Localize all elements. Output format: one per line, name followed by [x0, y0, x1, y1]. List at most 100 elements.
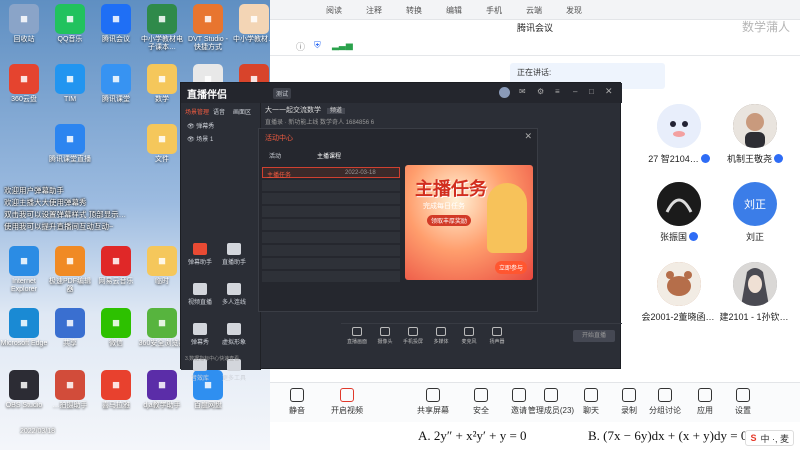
desktop-icon-tencent-class[interactable]: ■ 腾讯课堂 [92, 64, 140, 104]
live-control-button[interactable]: 摄像头 [373, 327, 397, 345]
activity-row[interactable] [262, 193, 400, 204]
participant-tile[interactable]: 27 智2104… [648, 104, 710, 165]
activity-dialog: 活动中心 ✕ 活动 主播课程 主播任务 2022-03-18 主播任务 完成每日任… [258, 128, 538, 312]
tool-icon [227, 323, 241, 335]
menu-item[interactable]: 转换 [406, 5, 422, 16]
task-banner[interactable]: 主播任务 完成每日任务 领取丰厚奖励 立即参与 [405, 165, 533, 280]
participant-tile[interactable]: 建2101 - 1孙钦… [719, 262, 789, 323]
dialog-title: 活动中心 [265, 135, 293, 142]
menu-item[interactable]: 注释 [366, 5, 382, 16]
side-tool-button[interactable]: 弹幕助手 [187, 243, 213, 266]
desktop-icon-pdf-editor[interactable]: ■ 极速PDF编辑器 [46, 246, 94, 294]
live-control-button[interactable]: 手机投屏 [401, 327, 425, 345]
settings-icon[interactable]: ⚙ [537, 87, 544, 96]
toolbar-button[interactable]: 静音 [272, 388, 322, 416]
maximize-icon[interactable]: □ [589, 87, 594, 96]
desktop-icon-tencent-meeting[interactable]: ■ 腾讯会议 [92, 4, 140, 44]
activity-row[interactable] [262, 232, 400, 243]
desktop-icon-edge[interactable]: ■ Microsoft Edge [0, 308, 48, 348]
tab-activity[interactable]: 活动 [269, 151, 281, 160]
desktop-icon-folder[interactable]: ■ 数学 [138, 64, 186, 104]
menu-icon[interactable]: ≡ [555, 87, 560, 96]
desktop-icon-camera-helper[interactable]: ■ …拍摄助手 [46, 370, 94, 410]
close-icon[interactable]: ✕ [524, 131, 532, 142]
side-tool-button[interactable]: 音效库 [187, 359, 213, 382]
activity-row[interactable] [262, 271, 400, 282]
close-icon[interactable]: ✕ [605, 86, 613, 97]
activity-row[interactable] [262, 219, 400, 230]
side-tool-button[interactable]: 更多工具 [221, 359, 247, 382]
desktop-icon-tim[interactable]: ■ TIM [46, 64, 94, 104]
tab-anchor-course[interactable]: 主播课程 [317, 151, 341, 160]
start-live-button[interactable]: 开始直播 [573, 330, 615, 342]
desktop-icon-qq-music[interactable]: ■ QQ音乐 [46, 4, 94, 44]
ximalaya-icon: ■ [101, 370, 131, 400]
activity-row[interactable] [262, 245, 400, 256]
menu-item[interactable]: 手机 [486, 5, 502, 16]
menu-item[interactable]: 发现 [566, 5, 582, 16]
toolbar-button[interactable]: 开启视频 [322, 388, 372, 416]
desktop-icon-label: 临时 [155, 278, 169, 285]
tab-canvas[interactable]: 画面区 [233, 107, 251, 116]
toolbar-button[interactable]: 共享屏幕 [408, 388, 458, 416]
participant-tile[interactable]: 张振国 [648, 182, 710, 243]
activity-row[interactable] [262, 258, 400, 269]
avatar [657, 104, 701, 148]
participant-tile[interactable]: 刘正 刘正 [724, 182, 786, 243]
menu-item[interactable]: 编辑 [446, 5, 462, 16]
meeting-toolbar: 静音 开启视频 共享屏幕 安全 邀请 管理成员(23) 聊天 录制 分组讨论 应用 设置 [270, 382, 800, 422]
toolbar-button[interactable]: 设置 [718, 388, 768, 416]
minimize-icon[interactable]: – [573, 87, 577, 96]
side-tool-button[interactable]: 视频直播 [187, 283, 213, 306]
desktop-icon-label: 百度网盘 [194, 402, 222, 409]
side-tool-button[interactable]: 直播助手 [221, 243, 247, 266]
desktop-icon-wechat[interactable]: ■ 微信 [92, 308, 140, 348]
desktop-icon-ximalaya[interactable]: ■ 喜马拉雅 [92, 370, 140, 410]
desktop-icon-teach-helper[interactable]: ■ dja教学助手 [138, 370, 186, 410]
menu-item[interactable]: 阅读 [326, 5, 342, 16]
desktop-icon-netease[interactable]: ■ 网易云音乐 [92, 246, 140, 286]
desktop-icon-obs[interactable]: ■ OBS Studio [0, 370, 48, 410]
activity-row[interactable] [262, 180, 400, 191]
participant-tile[interactable]: 会2001-2董晓函… [641, 262, 715, 323]
desktop-icon-label: Internet Explorer [10, 278, 38, 293]
mail-icon[interactable]: ✉ [519, 87, 526, 96]
desktop-icon-dvt[interactable]: ■ DVT Studio - 快捷方式 [184, 4, 232, 52]
live-control-button[interactable]: 麦克风 [457, 327, 481, 345]
camera-helper-icon: ■ [55, 370, 85, 400]
cloud-drive-icon: ■ [9, 64, 39, 94]
info-icon[interactable]: ⓘ [296, 40, 305, 53]
participant-tile[interactable]: 机制王敬尧 [724, 104, 786, 165]
desktop-icon-live-class[interactable]: ■ 腾讯课堂直播 [46, 124, 94, 164]
desktop-icon-cloud-drive[interactable]: ■ 360云盘 [0, 64, 48, 104]
tab-voice[interactable]: 语音 [213, 107, 225, 116]
tab-scene[interactable]: 场景管理 [185, 107, 209, 116]
desktop-icon-label: 腾讯会议 [102, 36, 130, 43]
side-tool-button[interactable]: 弹幕秀 [187, 323, 213, 346]
join-button[interactable]: 立即参与 [494, 261, 527, 274]
scene-item[interactable]: 👁 场景 1 [187, 134, 213, 143]
desktop-icon-360-browser[interactable]: ■ 360安全浏览器 [138, 308, 186, 348]
live-control-button[interactable]: 多媒体 [429, 327, 453, 345]
live-control-button[interactable]: 扬声器 [485, 327, 509, 345]
live-control-button[interactable]: 直播画面 [345, 327, 369, 345]
participant-name: 会2001-2董晓函… [641, 312, 715, 322]
taskbar-clock: 2022/03/18 [20, 428, 56, 435]
tencent-meeting-icon: ■ [101, 4, 131, 34]
desktop-icon-textbook[interactable]: ■ 中小学教材电子课本… [138, 4, 186, 52]
live-assistant-window: 直播伴侣 测试 ✉ ⚙ ≡ – □ ✕ 场景管理 语音 画面区 👁 弹幕秀 👁 … [180, 82, 622, 382]
desktop-icon-ie[interactable]: ■ Internet Explorer [0, 246, 48, 294]
ime-toolbar[interactable]: S 中 ·, 麦 [745, 430, 794, 446]
activity-row[interactable] [262, 206, 400, 217]
desktop-icon-recycle-bin[interactable]: ■ 回收站 [0, 4, 48, 44]
desktop-icon-share[interactable]: ■ 共享 [46, 308, 94, 348]
side-tool-button[interactable]: 虚拟形象 [221, 323, 247, 346]
menu-item[interactable]: 云端 [526, 5, 542, 16]
shield-icon[interactable]: ⛨ [314, 40, 321, 51]
avatar[interactable] [499, 87, 510, 98]
side-tool-button[interactable]: 多人连线 [221, 283, 247, 306]
desktop-icon-folder[interactable]: ■ 文件 [138, 124, 186, 164]
desktop-icon-folder[interactable]: ■ 临时 [138, 246, 186, 286]
activity-row[interactable]: 主播任务 2022-03-18 [262, 167, 400, 179]
scene-item[interactable]: 👁 弹幕秀 [187, 121, 214, 130]
